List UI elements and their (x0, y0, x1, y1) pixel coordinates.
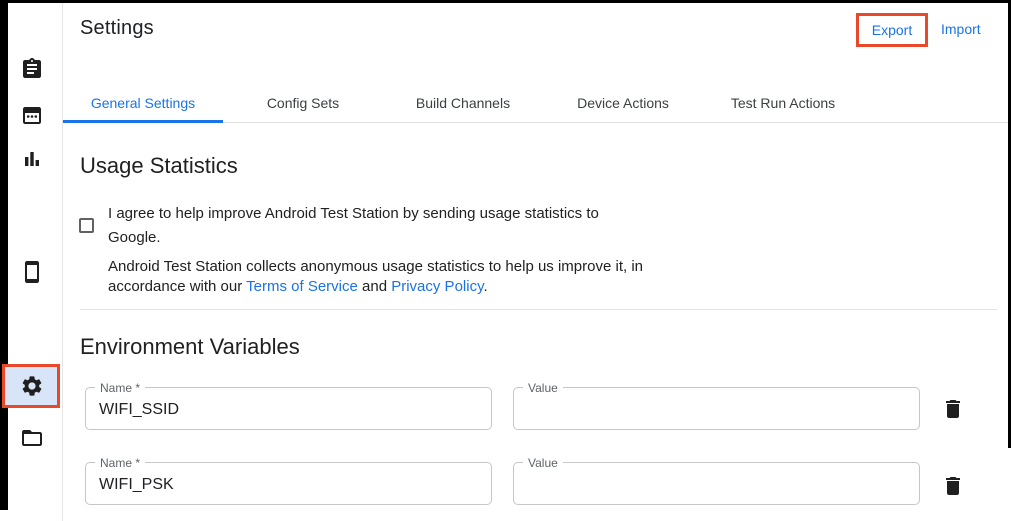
export-annotation-box: Export (856, 13, 928, 47)
settings-gear-icon[interactable] (20, 374, 44, 398)
tab-config-sets[interactable]: Config Sets (223, 85, 383, 122)
env-var-value-field: Value (513, 462, 920, 505)
env-var-name-field: Name * (85, 387, 492, 430)
delete-row-trash-icon[interactable] (941, 397, 965, 421)
env-var-value-input[interactable] (514, 463, 919, 504)
terms-of-service-link[interactable]: Terms of Service (246, 278, 358, 295)
usage-statistics-checkbox-label: I agree to help improve Android Test Sta… (108, 202, 648, 250)
section-divider (80, 309, 997, 310)
reports-bar-chart-icon[interactable] (20, 147, 44, 171)
env-var-value-input[interactable] (514, 388, 919, 429)
window-edge-top (0, 0, 1011, 3)
import-button[interactable]: Import (941, 21, 981, 37)
tab-test-run-actions[interactable]: Test Run Actions (703, 85, 863, 122)
app-window: Settings Export Import General Settings … (0, 0, 1011, 521)
page-title: Settings (80, 17, 154, 40)
env-var-name-input[interactable] (86, 463, 491, 504)
privacy-policy-link[interactable]: Privacy Policy (391, 278, 483, 295)
usage-statistics-description: Android Test Station collects anonymous … (108, 257, 696, 297)
tab-general-settings[interactable]: General Settings (63, 85, 223, 122)
env-var-name-input[interactable] (86, 388, 491, 429)
schedule-calendar-icon[interactable] (20, 103, 44, 127)
devices-phone-icon[interactable] (20, 260, 44, 284)
value-field-label: Value (523, 456, 563, 470)
value-field-label: Value (523, 381, 563, 395)
environment-variables-heading: Environment Variables (80, 334, 300, 360)
delete-row-trash-icon[interactable] (941, 474, 965, 498)
description-text: and (358, 278, 391, 295)
export-button[interactable]: Export (872, 22, 912, 38)
files-folder-icon[interactable] (20, 426, 44, 450)
name-field-label: Name * (95, 381, 145, 395)
usage-statistics-heading: Usage Statistics (80, 153, 238, 179)
env-var-value-field: Value (513, 387, 920, 430)
description-text: . (483, 278, 487, 295)
settings-tab-bar: General Settings Config Sets Build Chann… (63, 85, 1008, 123)
env-var-name-field: Name * (85, 462, 492, 505)
name-field-label: Name * (95, 456, 145, 470)
tab-device-actions[interactable]: Device Actions (543, 85, 703, 122)
window-edge-left (0, 0, 8, 510)
test-plans-clipboard-icon[interactable] (20, 57, 44, 81)
tab-build-channels[interactable]: Build Channels (383, 85, 543, 122)
usage-statistics-checkbox[interactable] (79, 218, 94, 233)
